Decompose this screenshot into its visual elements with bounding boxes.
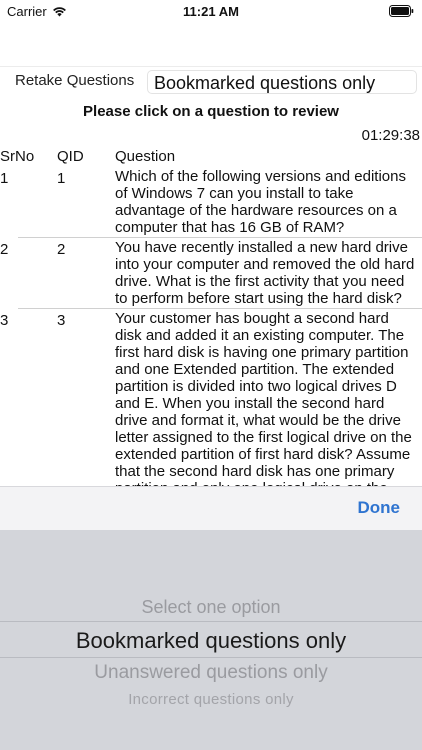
retake-questions-label: Retake Questions: [15, 72, 135, 89]
row-qid: 2: [57, 241, 66, 258]
row-question-text: Your customer has bought a second hard d…: [115, 310, 412, 486]
row-srno: 3: [0, 312, 9, 329]
row-qid: 3: [57, 312, 66, 329]
question-filter-field[interactable]: Bookmarked questions only: [147, 70, 417, 94]
table-row[interactable]: 2 2 You have recently installed a new ha…: [0, 239, 422, 307]
picker-selection-line: [0, 621, 422, 622]
header-qid: QID: [57, 148, 84, 165]
filter-picker[interactable]: Select one option Bookmarked questions o…: [0, 530, 422, 750]
table-row[interactable]: 1 1 Which of the following versions and …: [0, 168, 422, 236]
retake-row: Retake Questions Bookmarked questions on…: [0, 66, 422, 96]
picker-option-unanswered[interactable]: Unanswered questions only: [0, 662, 422, 684]
picker-option-incorrect[interactable]: Incorrect questions only: [0, 691, 422, 708]
question-list[interactable]: 1 1 Which of the following versions and …: [0, 168, 422, 486]
header-question: Question: [115, 148, 176, 165]
picker-option-select-one[interactable]: Select one option: [0, 597, 422, 618]
row-qid: 1: [57, 170, 66, 187]
row-divider: [18, 237, 422, 238]
row-srno: 2: [0, 241, 9, 258]
header-srno: SrNo: [0, 148, 35, 165]
timer: 01:29:38: [361, 127, 420, 144]
row-question-text: Which of the following versions and edit…: [115, 168, 406, 236]
picker-toolbar: Done: [0, 486, 422, 530]
status-bar: Carrier 11:21 AM: [0, 0, 422, 22]
table-header: SrNo QID Question: [0, 148, 422, 168]
picker-option-bookmarked[interactable]: Bookmarked questions only: [0, 628, 422, 654]
battery-icon: [389, 5, 414, 17]
picker-selection-line: [0, 657, 422, 658]
status-time: 11:21 AM: [183, 4, 239, 19]
table-row[interactable]: 3 3 Your customer has bought a second ha…: [0, 310, 422, 486]
row-divider: [18, 308, 422, 309]
done-button[interactable]: Done: [358, 498, 401, 518]
review-instruction: Please click on a question to review: [83, 103, 339, 120]
row-srno: 1: [0, 170, 9, 187]
row-question-text: You have recently installed a new hard d…: [115, 239, 415, 307]
